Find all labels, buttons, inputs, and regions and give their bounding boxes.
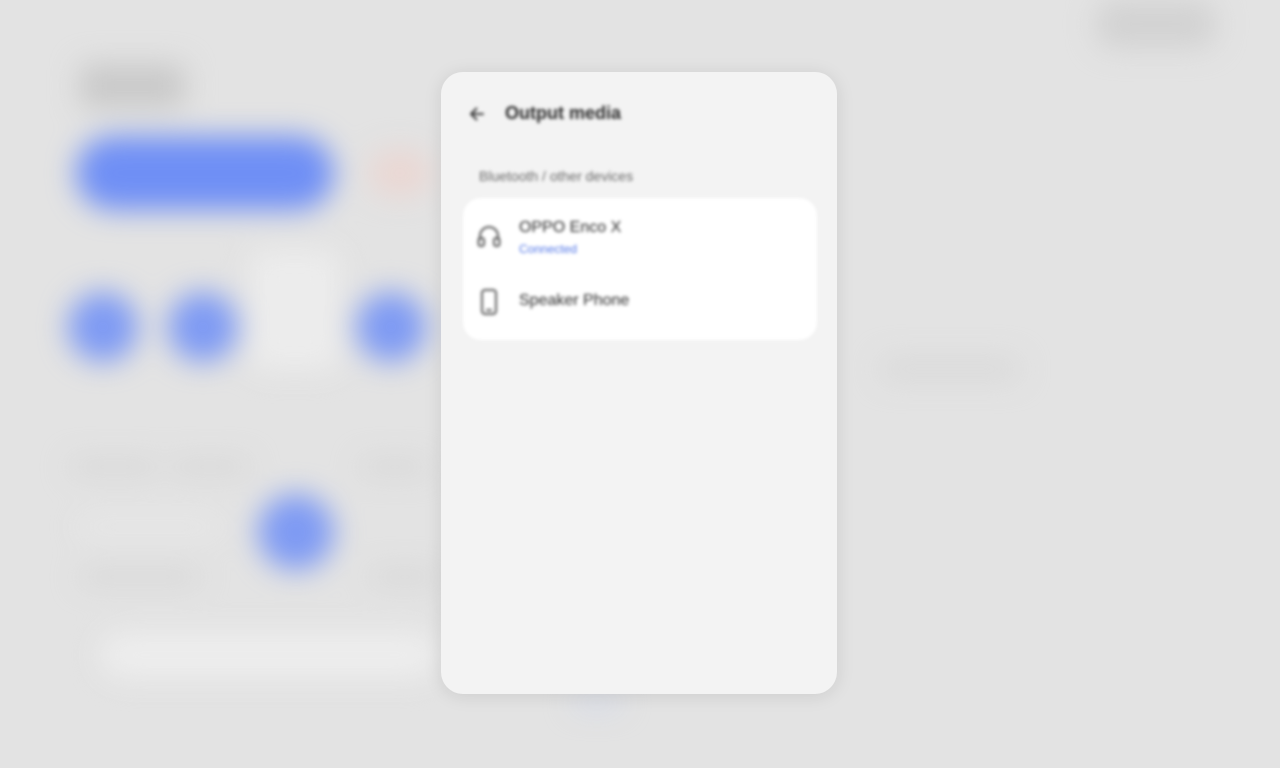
bg-circle-button [168, 292, 238, 362]
phone-icon [475, 288, 503, 316]
bg-text-row [80, 520, 220, 534]
output-media-dialog: Output media Bluetooth / other devices O… [441, 72, 837, 694]
device-item-oppo-enco-x[interactable]: OPPO Enco X Connected [463, 204, 817, 268]
bg-page-indicator [572, 698, 622, 708]
bg-card [250, 250, 340, 370]
headphones-icon [475, 222, 503, 250]
back-button[interactable] [461, 98, 493, 130]
device-list: OPPO Enco X Connected Speaker Phone [463, 198, 817, 340]
bg-top-right-block [1096, 0, 1216, 48]
device-status-connected: Connected [519, 242, 578, 256]
device-name: OPPO Enco X [519, 219, 622, 236]
section-label: Bluetooth / other devices [479, 168, 634, 184]
bg-text-row [80, 570, 200, 584]
dialog-title: Output media [505, 103, 621, 123]
bg-text-row [360, 460, 430, 474]
bg-circle-button [68, 292, 138, 362]
dialog-header: Output media [441, 94, 837, 134]
bg-text-row [170, 460, 250, 474]
device-name: Speaker Phone [519, 292, 630, 309]
bg-circle-button [356, 292, 426, 362]
bg-bottom-bar [100, 632, 440, 678]
arrow-left-icon [468, 105, 486, 123]
bg-text-row [70, 460, 160, 474]
bg-title-block [80, 64, 185, 108]
bg-secondary-pill [370, 150, 430, 196]
device-item-speaker-phone[interactable]: Speaker Phone [463, 270, 817, 334]
bg-circle-button [258, 494, 334, 570]
bg-text-row [370, 570, 440, 584]
bg-primary-pill [76, 136, 334, 210]
bg-text-row [880, 358, 1020, 380]
screen: Output media Bluetooth / other devices O… [0, 0, 1280, 768]
